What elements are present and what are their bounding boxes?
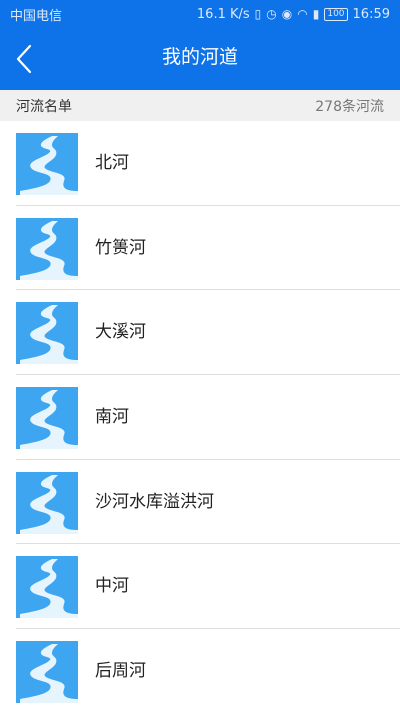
river-item[interactable]: 大溪河 xyxy=(0,290,400,376)
river-name: 竹篑河 xyxy=(95,237,146,258)
river-name: 北河 xyxy=(95,153,129,173)
wifi-icon: ◠ xyxy=(297,7,308,21)
river-count: 278条河流 xyxy=(315,98,384,115)
river-icon xyxy=(16,641,78,704)
back-button[interactable] xyxy=(10,42,40,76)
clock: 16:59 xyxy=(352,6,390,22)
status-icons: 16.1 K/s ▯ ◷ ◉ ◠ ▮ 100 16:59 xyxy=(197,7,390,22)
list-header: 河流名单 278条河流 xyxy=(0,90,400,121)
river-icon xyxy=(16,471,78,534)
river-icon xyxy=(16,556,78,619)
vibrate-icon: ▯ xyxy=(254,7,262,21)
status-bar: 中国电信 16.1 K/s ▯ ◷ ◉ ◠ ▮ 100 16:59 xyxy=(0,0,400,28)
back-arrow-icon xyxy=(16,44,32,74)
alarm-icon: ◷ xyxy=(266,7,277,21)
eye-icon: ◉ xyxy=(281,7,293,21)
river-name: 中河 xyxy=(95,576,129,597)
battery-icon: 100 xyxy=(324,7,348,21)
river-item[interactable]: 北河 xyxy=(0,121,400,206)
network-speed: 16.1 K/s xyxy=(196,6,250,22)
river-name: 大溪河 xyxy=(95,322,146,343)
river-name: 南河 xyxy=(95,407,129,428)
river-item[interactable]: 后周河 xyxy=(0,629,400,714)
river-item[interactable]: 中河 xyxy=(0,544,400,630)
river-icon xyxy=(16,387,78,450)
river-icon xyxy=(16,302,78,365)
river-name: 后周河 xyxy=(95,661,146,682)
page-title: 我的河道 xyxy=(161,46,238,68)
river-item[interactable]: 竹篑河 xyxy=(0,206,400,291)
signal-icon: ▮ xyxy=(312,7,320,21)
list-header-label: 河流名单 xyxy=(16,98,72,115)
carrier-label: 中国电信 xyxy=(10,8,63,24)
app-bar: 我的河道 xyxy=(0,28,400,90)
river-item[interactable]: 沙河水库溢洪河 xyxy=(0,460,400,545)
river-name: 沙河水库溢洪河 xyxy=(95,491,214,512)
river-icon xyxy=(16,133,78,195)
river-list: 北河 竹篑河 大溪河 南河 沙河水库溢洪河 中河 后周河 xyxy=(0,121,400,714)
river-icon xyxy=(16,217,78,280)
river-item[interactable]: 南河 xyxy=(0,375,400,460)
